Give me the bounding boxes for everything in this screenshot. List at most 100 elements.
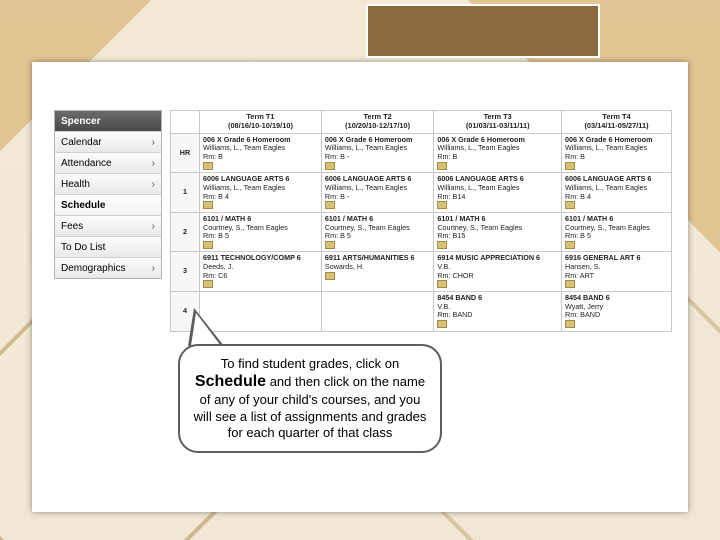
book-icon [565,320,575,328]
room-label: Rm: B 5 [565,232,668,241]
book-icon [565,280,575,288]
sidebar-item-health[interactable]: Health › [55,174,161,195]
book-icon [325,201,335,209]
chevron-right-icon: › [152,221,155,232]
room-label: Rm: B15 [437,232,558,241]
schedule-cell[interactable]: 6914 MUSIC APPRECIATION 6V.B.Rm: CHOR [434,252,562,292]
room-label: Rm: BAND [565,311,668,320]
sidebar-item-attendance[interactable]: Attendance › [55,153,161,174]
book-icon [325,162,335,170]
schedule-cell[interactable]: 006 X Grade 6 HomeroomWilliams, L., Team… [562,133,672,173]
table-row: 36911 TECHNOLOGY/COMP 6Deeds, J.Rm: C669… [171,252,672,292]
room-label: Rm: C6 [203,272,318,281]
schedule-cell[interactable]: 6101 / MATH 6Courtney, S., Team EaglesRm… [321,212,433,252]
schedule-cell[interactable]: 6006 LANGUAGE ARTS 6Williams, L., Team E… [434,173,562,213]
sidebar-item-fees[interactable]: Fees › [55,216,161,237]
book-icon [437,201,447,209]
book-icon [325,272,335,280]
chevron-right-icon: › [152,179,155,190]
sidebar-menu: Spencer Calendar › Attendance › Health ›… [54,110,162,279]
chevron-right-icon: › [152,158,155,169]
term-dates: (03/14/11-05/27/11) [565,122,668,131]
room-label: Rm: ART [565,272,668,281]
schedule-cell[interactable]: 006 X Grade 6 HomeroomWilliams, L., Team… [434,133,562,173]
sidebar-item-label: Attendance [61,158,112,169]
period-label: 2 [171,212,200,252]
schedule-cell[interactable]: 6101 / MATH 6Courtney, S., Team EaglesRm… [562,212,672,252]
course-name: 6914 MUSIC APPRECIATION 6 [437,254,558,263]
room-label: Rm: B 5 [325,232,430,241]
table-row: HR006 X Grade 6 HomeroomWilliams, L., Te… [171,133,672,173]
period-label: HR [171,133,200,173]
book-icon [437,162,447,170]
book-icon [565,162,575,170]
term-dates: (01/03/11-03/11/11) [437,122,558,131]
book-icon [437,320,447,328]
book-icon [437,241,447,249]
sidebar-item-label: Health [61,179,90,190]
period-label: 1 [171,173,200,213]
sidebar-item-label: Schedule [61,200,105,211]
table-header: Term T4 (03/14/11-05/27/11) [562,111,672,134]
chevron-right-icon: › [152,137,155,148]
schedule-cell[interactable]: 6101 / MATH 6Courtney, S., Team EaglesRm… [434,212,562,252]
sidebar-item-label: To Do List [61,242,105,253]
sidebar-item-demographics[interactable]: Demographics › [55,258,161,278]
callout-text: To find student grades, click on [221,356,400,371]
schedule-cell[interactable]: 6101 / MATH 6Courtney, S., Team EaglesRm… [200,212,322,252]
schedule-cell[interactable]: 6006 LANGUAGE ARTS 6Williams, L., Team E… [562,173,672,213]
schedule-cell[interactable] [321,292,433,332]
course-name: 8454 BAND 6 [437,294,558,303]
room-label: Rm: B - [325,153,430,162]
schedule-cell[interactable]: 6006 LANGUAGE ARTS 6Williams, L., Team E… [200,173,322,213]
sidebar-item-todo[interactable]: To Do List [55,237,161,258]
title-plate [366,4,600,58]
book-icon [437,280,447,288]
callout-body: To find student grades, click on Schedul… [178,344,442,453]
room-label: Rm: B14 [437,193,558,202]
schedule-cell[interactable]: 006 X Grade 6 HomeroomWilliams, L., Team… [321,133,433,173]
table-row: 26101 / MATH 6Courtney, S., Team EaglesR… [171,212,672,252]
book-icon [203,241,213,249]
book-icon [203,162,213,170]
table-header: Term T1 (08/16/10-10/19/10) [200,111,322,134]
callout-bubble: To find student grades, click on Schedul… [178,344,442,453]
room-label: Rm: CHOR [437,272,558,281]
schedule-cell[interactable]: 6006 LANGUAGE ARTS 6Williams, L., Team E… [321,173,433,213]
sidebar-header: Spencer [55,111,161,132]
book-icon [203,280,213,288]
table-header: Term T2 (10/20/10-12/17/10) [321,111,433,134]
schedule-table: Term T1 (08/16/10-10/19/10) Term T2 (10/… [170,110,672,332]
sidebar-item-calendar[interactable]: Calendar › [55,132,161,153]
book-icon [325,241,335,249]
book-icon [203,201,213,209]
sidebar-item-label: Calendar [61,137,102,148]
period-label: 3 [171,252,200,292]
table-header: Term T3 (01/03/11-03/11/11) [434,111,562,134]
schedule-cell[interactable]: 6916 GENERAL ART 6Hansen, S.Rm: ART [562,252,672,292]
table-row: 16006 LANGUAGE ARTS 6Williams, L., Team … [171,173,672,213]
screenshot-card: Spencer Calendar › Attendance › Health ›… [32,62,688,512]
sidebar-item-schedule[interactable]: Schedule [55,195,161,216]
term-dates: (08/16/10-10/19/10) [203,122,318,131]
room-label: Rm: BAND [437,311,558,320]
schedule-cell[interactable]: 8454 BAND 6V.B.Rm: BAND [434,292,562,332]
sidebar-item-label: Fees [61,221,83,232]
table-row: Term T1 (08/16/10-10/19/10) Term T2 (10/… [171,111,672,134]
room-label: Rm: B [437,153,558,162]
room-label: Rm: B 4 [203,193,318,202]
callout-tail [191,313,221,346]
sidebar-item-label: Demographics [61,263,125,274]
chevron-right-icon: › [152,263,155,274]
table-header [171,111,200,134]
room-label: Rm: B [565,153,668,162]
table-row: 48454 BAND 6V.B.Rm: BAND8454 BAND 6Wyatt… [171,292,672,332]
room-label: Rm: B 5 [203,232,318,241]
schedule-cell[interactable]: 8454 BAND 6Wyatt, JerryRm: BAND [562,292,672,332]
room-label: Rm: B 4 [565,193,668,202]
schedule-cell[interactable]: 6911 TECHNOLOGY/COMP 6Deeds, J.Rm: C6 [200,252,322,292]
room-label: Rm: B [203,153,318,162]
schedule-cell[interactable]: 6911 ARTS/HUMANITIES 6Sowards, H. [321,252,433,292]
sidebar-header-label: Spencer [61,116,100,127]
schedule-cell[interactable]: 006 X Grade 6 HomeroomWilliams, L., Team… [200,133,322,173]
